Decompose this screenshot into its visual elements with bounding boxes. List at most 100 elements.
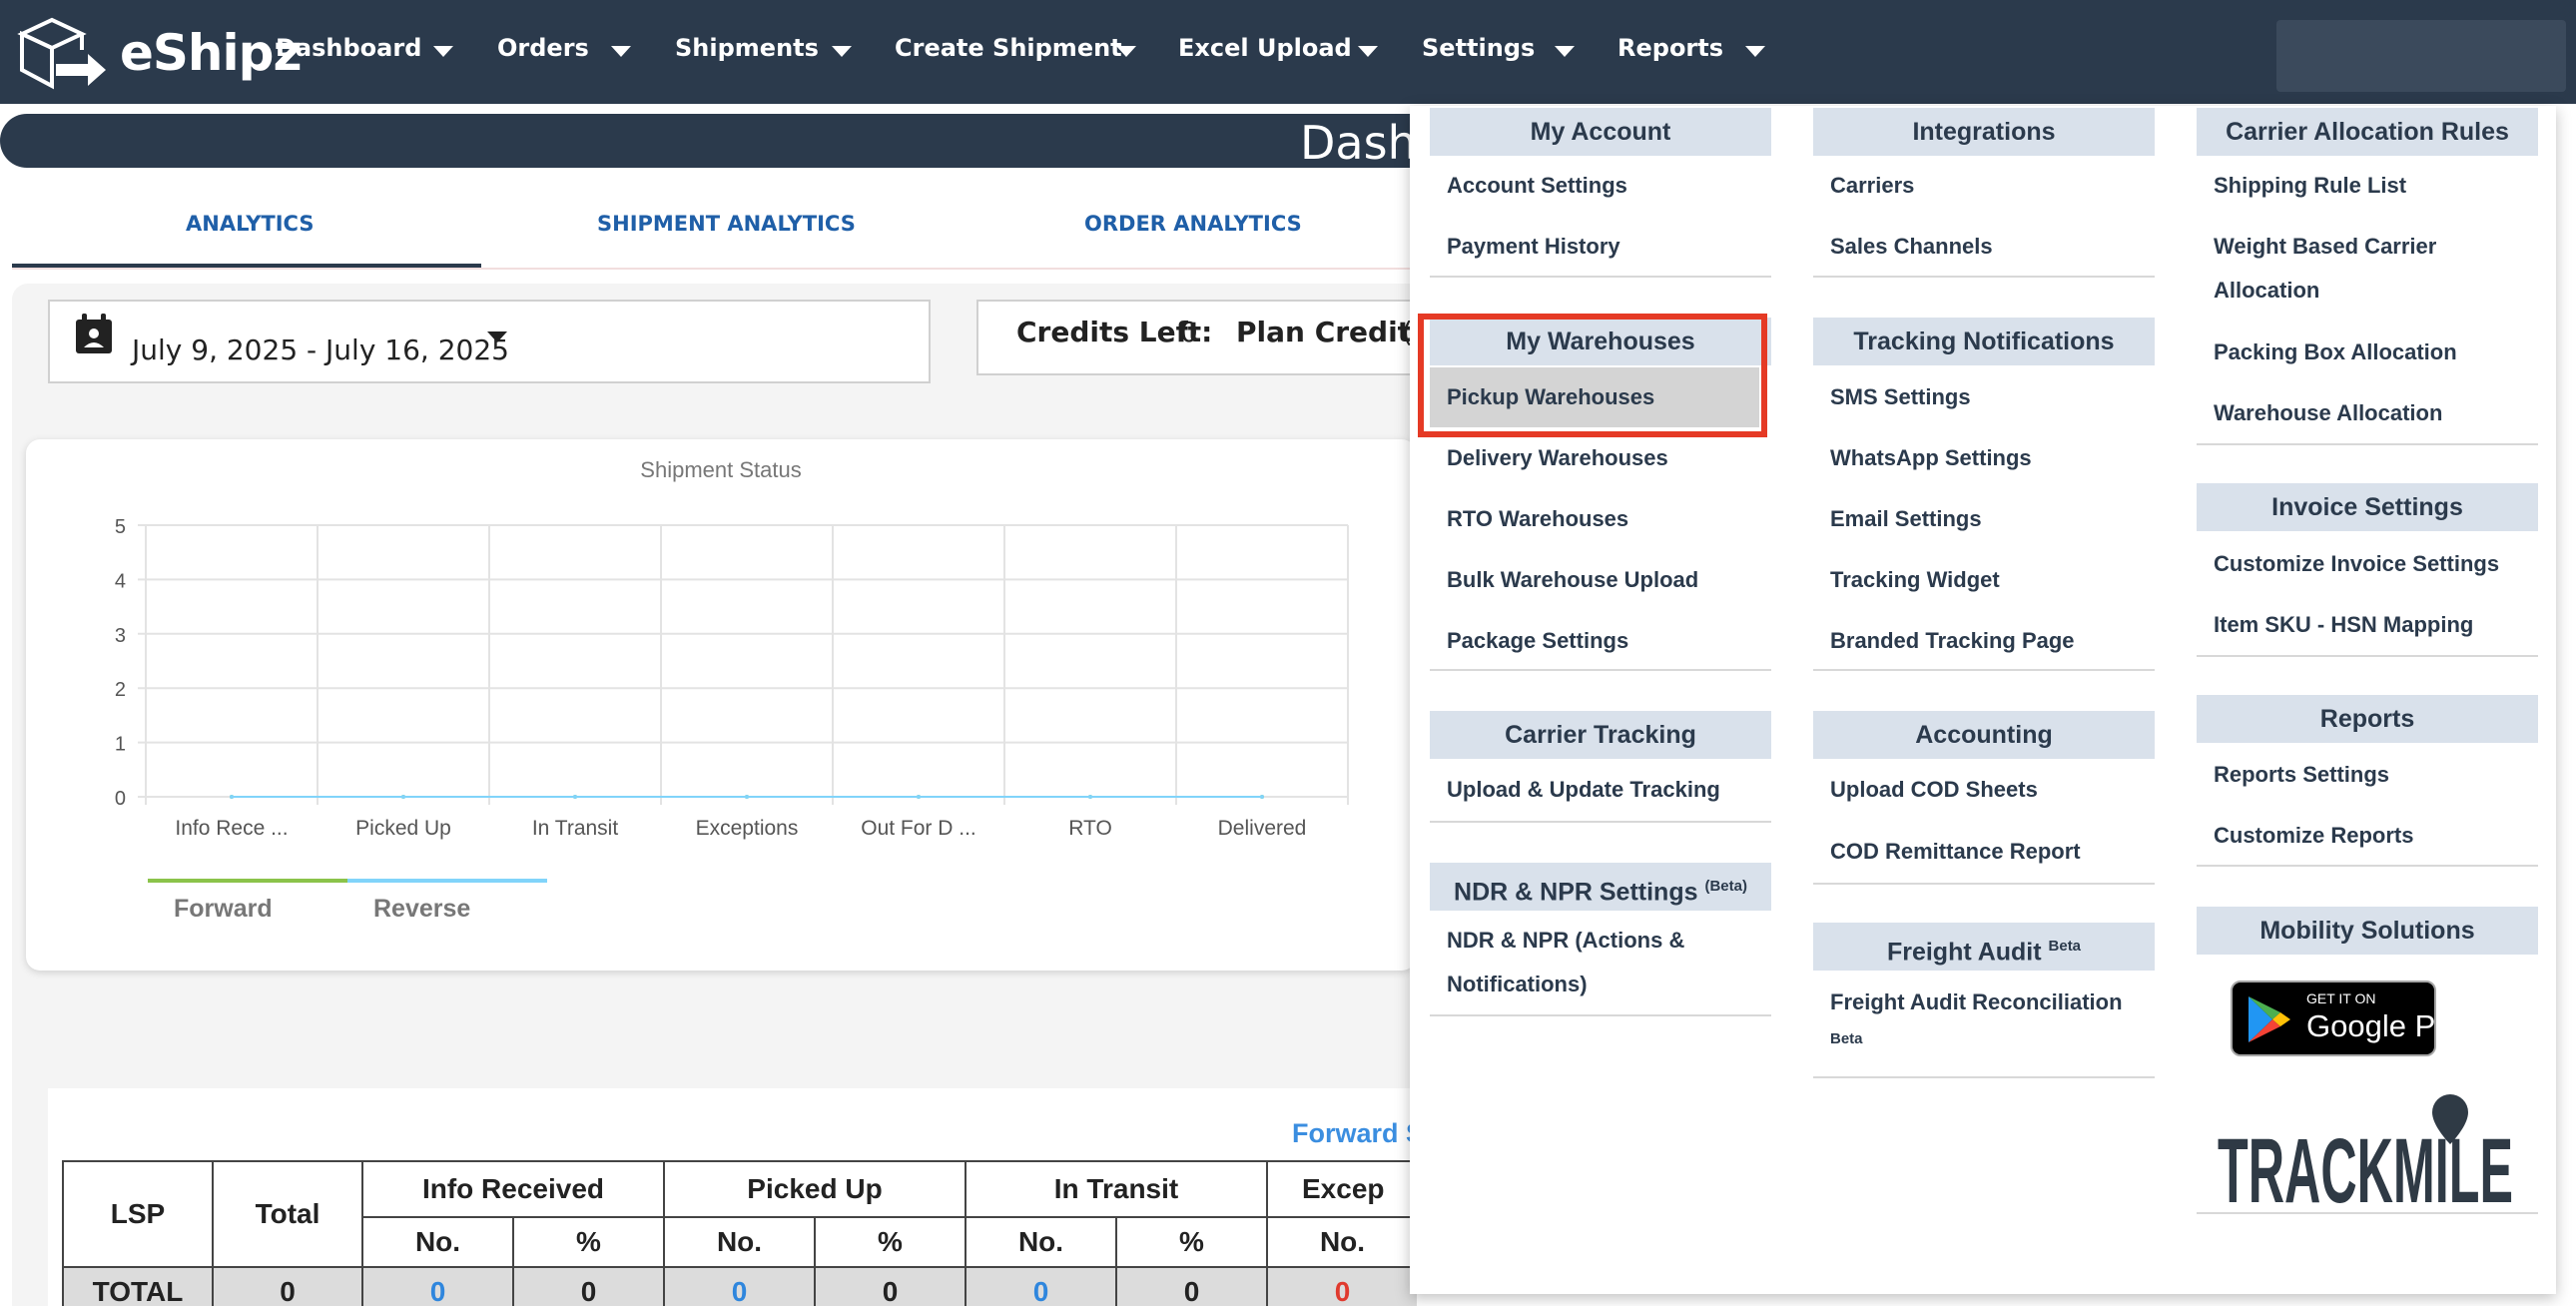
header-no: No. <box>663 1216 816 1268</box>
legend-swatch-reverse <box>347 879 547 883</box>
menu-payment-history[interactable]: Payment History <box>1447 234 1620 260</box>
header-no: No. <box>965 1216 1117 1268</box>
date-range-value[interactable]: July 9, 2025 - July 16, 2025 <box>132 333 509 366</box>
picked-up-count-link[interactable]: 0 <box>663 1266 816 1306</box>
data-point <box>745 795 749 799</box>
google-play-small-text: GET IT ON <box>2306 990 2376 1006</box>
menu-ndr-npr-actions[interactable]: NDR & NPR (Actions & Notifications) <box>1447 919 1746 1006</box>
menu-customize-reports[interactable]: Customize Reports <box>2214 823 2413 849</box>
chevron-down-icon[interactable] <box>433 46 453 57</box>
caret-down-icon[interactable] <box>487 331 507 342</box>
menu-freight-audit-reconciliation[interactable]: Freight Audit Reconciliation <box>1830 989 2123 1015</box>
menu-weight-based-carrier-allocation[interactable]: Weight Based Carrier Allocation <box>2214 225 2473 313</box>
brand-name[interactable]: eShipz <box>120 24 303 82</box>
header-pct: % <box>512 1216 665 1268</box>
divider <box>2197 655 2538 657</box>
menu-shipping-rule-list[interactable]: Shipping Rule List <box>2214 173 2406 199</box>
menu-package-settings[interactable]: Package Settings <box>1447 628 1628 654</box>
menu-whatsapp-settings[interactable]: WhatsApp Settings <box>1830 445 2032 471</box>
shipment-status-chart-card: Shipment Status 0 1 2 3 4 5 Info Rece ... Picke… <box>26 439 1416 971</box>
menu-packing-box-allocation[interactable]: Packing Box Allocation <box>2214 339 2457 365</box>
chevron-down-icon[interactable] <box>1358 46 1378 57</box>
header-pct: % <box>1115 1216 1268 1268</box>
x-tick-label: Delivered <box>1218 817 1307 840</box>
header-pct: % <box>814 1216 966 1268</box>
eshipz-logo-icon[interactable] <box>12 14 108 96</box>
divider <box>1813 276 2155 278</box>
x-tick-label: In Transit <box>532 817 619 840</box>
menu-reports-settings[interactable]: Reports Settings <box>2214 762 2389 788</box>
divider <box>1813 883 2155 885</box>
nav-dashboard[interactable]: Dashboard <box>276 34 421 62</box>
google-play-big-text: Google Play <box>2306 1008 2475 1043</box>
chevron-down-icon[interactable] <box>611 46 631 57</box>
calendar-icon <box>76 314 112 353</box>
menu-upload-cod-sheets[interactable]: Upload COD Sheets <box>1830 777 2038 803</box>
tab-divider <box>12 268 1430 270</box>
section-ndr-npr-settings: NDR & NPR Settings (Beta) <box>1430 863 1771 911</box>
divider <box>1813 669 2155 671</box>
chevron-down-icon[interactable] <box>1116 46 1136 57</box>
user-account-area[interactable] <box>2276 20 2566 92</box>
menu-rto-warehouses[interactable]: RTO Warehouses <box>1447 506 1628 532</box>
divider <box>2197 1212 2538 1214</box>
menu-warehouse-allocation[interactable]: Warehouse Allocation <box>2214 400 2442 426</box>
tab-shipment-analytics[interactable]: SHIPMENT ANALYTICS <box>597 212 856 236</box>
y-tick-label: 0 <box>115 788 126 810</box>
legend-label-forward[interactable]: Forward <box>174 895 273 923</box>
credits-left-value: 0 <box>1180 316 1198 348</box>
nav-reports[interactable]: Reports <box>1617 34 1723 62</box>
menu-tracking-widget[interactable]: Tracking Widget <box>1830 567 2000 593</box>
info-received-count-link[interactable]: 0 <box>361 1266 514 1306</box>
nav-orders[interactable]: Orders <box>497 34 589 62</box>
menu-sms-settings[interactable]: SMS Settings <box>1830 384 1971 410</box>
freight-audit-beta-tag: Beta <box>2048 938 2082 955</box>
menu-email-settings[interactable]: Email Settings <box>1830 506 1982 532</box>
tab-order-analytics[interactable]: ORDER ANALYTICS <box>1084 212 1302 236</box>
highlight-annotation-box <box>1418 314 1767 437</box>
x-tick-label: RTO <box>1068 817 1112 840</box>
ndr-beta-tag: (Beta) <box>1704 878 1747 895</box>
divider <box>2197 443 2538 445</box>
section-carrier-allocation-rules: Carrier Allocation Rules <box>2197 108 2538 156</box>
chevron-down-icon[interactable] <box>832 46 852 57</box>
in-transit-count-link[interactable]: 0 <box>965 1266 1117 1306</box>
menu-account-settings[interactable]: Account Settings <box>1447 173 1627 199</box>
picked-up-pct: 0 <box>814 1266 966 1306</box>
menu-branded-tracking-page[interactable]: Branded Tracking Page <box>1830 628 2075 654</box>
menu-bulk-warehouse-upload[interactable]: Bulk Warehouse Upload <box>1447 567 1698 593</box>
nav-excel-upload[interactable]: Excel Upload <box>1178 34 1352 62</box>
section-my-account: My Account <box>1430 108 1771 156</box>
menu-delivery-warehouses[interactable]: Delivery Warehouses <box>1447 445 1668 471</box>
chevron-down-icon[interactable] <box>1555 46 1575 57</box>
chevron-down-icon[interactable] <box>1745 46 1765 57</box>
tab-analytics[interactable]: ANALYTICS <box>186 212 314 236</box>
legend-label-reverse[interactable]: Reverse <box>373 895 470 923</box>
y-tick-label: 1 <box>115 734 126 756</box>
trackmile-logo[interactable]: TRACKMILE <box>2215 1092 2516 1210</box>
menu-item-sku-hsn-mapping[interactable]: Item SKU - HSN Mapping <box>2214 612 2473 638</box>
menu-upload-update-tracking[interactable]: Upload & Update Tracking <box>1447 777 1720 803</box>
divider <box>2197 865 2538 867</box>
menu-sales-channels[interactable]: Sales Channels <box>1830 234 1993 260</box>
info-received-pct: 0 <box>512 1266 665 1306</box>
freight-audit-title: Freight Audit <box>1886 938 2042 967</box>
nav-shipments[interactable]: Shipments <box>675 34 819 62</box>
menu-carriers[interactable]: Carriers <box>1830 173 1914 199</box>
divider <box>1430 821 1771 823</box>
forward-summary-table: LSP Total Info Received Picked Up In Tra… <box>62 1160 1417 1306</box>
nav-settings[interactable]: Settings <box>1422 34 1535 62</box>
header-info-received: Info Received <box>361 1160 665 1218</box>
x-tick-label: Info Rece ... <box>175 817 288 840</box>
section-integrations: Integrations <box>1813 108 2155 156</box>
menu-customize-invoice-settings[interactable]: Customize Invoice Settings <box>2214 551 2499 577</box>
menu-cod-remittance-report[interactable]: COD Remittance Report <box>1830 839 2081 865</box>
page-title: Dash <box>1300 116 1417 170</box>
section-freight-audit: Freight Audit Beta <box>1813 923 2155 971</box>
divider <box>1430 276 1771 278</box>
forward-summary-label[interactable]: Forward S <box>1292 1118 1424 1149</box>
in-transit-pct: 0 <box>1115 1266 1268 1306</box>
nav-create-shipment[interactable]: Create Shipment <box>895 34 1122 62</box>
google-play-icon <box>2249 996 2290 1042</box>
exceptions-count-link[interactable]: 0 <box>1266 1266 1417 1306</box>
